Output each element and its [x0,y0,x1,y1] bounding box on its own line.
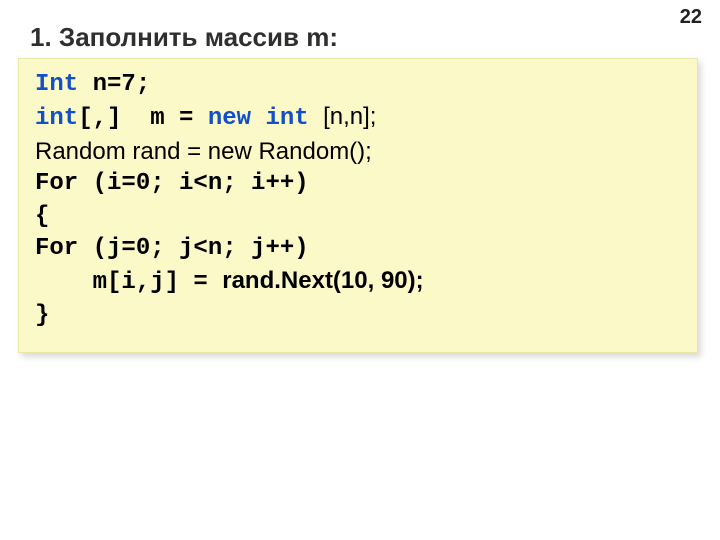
code-line-8: } [35,300,681,332]
code-keyword: int [35,105,78,132]
code-text: rand.Next(10, 90); [222,267,423,294]
code-text: m = [150,105,208,132]
code-line-3: Random rand = new Random(); [35,136,681,168]
code-line-1: Int n=7; [35,69,681,101]
code-line-4: For (i=0; i<n; i++) [35,168,681,200]
code-line-5: { [35,201,681,233]
code-text: [,] [78,105,150,132]
code-line-7: m[i,j] = rand.Next(10, 90); [35,265,681,299]
code-line-6: For (j=0; j<n; j++) [35,233,681,265]
code-text: m[i,j] = [35,269,222,296]
page-number: 22 [680,6,702,29]
slide-title: 1. Заполнить массив m: [30,22,338,53]
code-keyword: new int [208,105,323,132]
code-text: [n,n]; [323,103,376,130]
code-keyword: Int [35,71,93,98]
code-text: n=7; [93,71,151,98]
slide: 22 1. Заполнить массив m: Int n=7; int[,… [0,0,720,540]
code-line-2: int[,] m = new int [n,n]; [35,101,681,135]
code-box: Int n=7; int[,] m = new int [n,n]; Rando… [18,58,698,353]
